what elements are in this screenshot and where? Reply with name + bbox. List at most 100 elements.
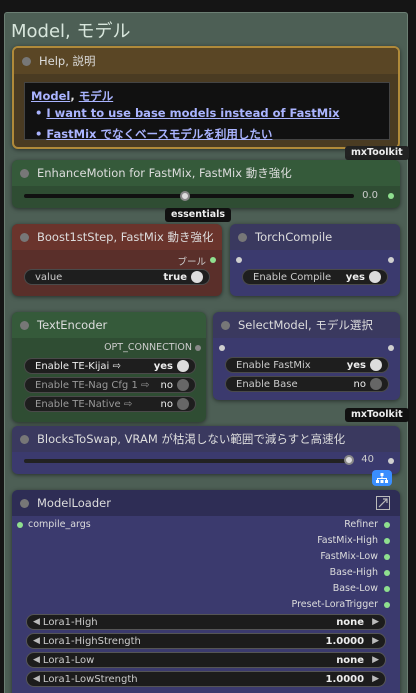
output-fastmix-low-label: FastMix-Low <box>320 551 378 562</box>
torch-compile-output-slot[interactable] <box>388 257 394 263</box>
compile-args-input-slot[interactable] <box>17 522 23 528</box>
mxtoolkit-badge-select: mxToolkit <box>345 408 409 422</box>
enhance-motion-value: 0.0 <box>362 190 378 201</box>
output-fastmix-high-label: FastMix-High <box>317 535 378 546</box>
toggle-knob-icon <box>370 378 382 390</box>
boost-first-step-node[interactable]: Boost1stStep, FastMix 動き強化 ブール value tru… <box>12 224 222 296</box>
lora1-high-combo[interactable]: ◀ Lora1-High none ▶ <box>26 614 386 630</box>
arrow-left-icon[interactable]: ◀ <box>33 636 40 646</box>
blocks-to-swap-value: 40 <box>361 454 374 465</box>
arrow-left-icon[interactable]: ◀ <box>33 617 40 627</box>
boost-first-step-header[interactable]: Boost1stStep, FastMix 動き強化 <box>12 224 222 250</box>
boost-output-label: ブール <box>177 257 206 268</box>
output-base-high-label: Base-High <box>329 567 378 578</box>
toggle-knob-icon <box>369 271 381 283</box>
select-model-header[interactable]: SelectModel, モデル選択 <box>213 312 400 338</box>
hierarchy-icon <box>376 473 388 483</box>
help-heading: Model, モデル <box>31 89 114 103</box>
collapse-dot-icon[interactable] <box>20 498 29 508</box>
arrow-right-icon[interactable]: ▶ <box>372 636 379 646</box>
toggle-knob-icon <box>191 271 203 283</box>
boost-output-slot[interactable] <box>210 257 216 263</box>
collapse-dot-icon[interactable] <box>20 320 29 330</box>
blocks-to-swap-title: BlocksToSwap, VRAM が枯渇しない範囲で減らすと高速化 <box>37 432 346 446</box>
help-heading-model-jp-link[interactable]: モデル <box>79 89 114 103</box>
model-loader-title: ModelLoader <box>37 496 111 510</box>
enable-base-toggle[interactable]: Enable Base no <box>225 376 389 392</box>
output-base-low-label: Base-Low <box>332 583 378 594</box>
text-encoder-output-slot[interactable] <box>195 345 201 351</box>
output-base-high-slot[interactable] <box>384 570 390 576</box>
collapse-dot-icon[interactable] <box>20 232 29 242</box>
blocks-to-swap-slider-knob[interactable] <box>344 455 354 465</box>
enhance-motion-header[interactable]: EnhanceMotion for FastMix, FastMix 動き強化 <box>12 160 400 186</box>
help-node[interactable]: Help, 説明 Model, モデル • I want to use base… <box>12 46 400 149</box>
text-encoder-title: TextEncoder <box>37 318 108 332</box>
model-loader-header[interactable]: ModelLoader <box>12 490 400 516</box>
lora1-low-strength-combo[interactable]: ◀ Lora1-LowStrength 1.0000 ▶ <box>26 671 386 687</box>
torch-compile-node[interactable]: TorchCompile Enable Compile yes <box>230 224 400 296</box>
select-model-title: SelectModel, モデル選択 <box>238 318 373 332</box>
help-content: Model, モデル • I want to use base models i… <box>24 82 390 141</box>
collapse-dot-icon[interactable] <box>20 434 29 444</box>
boost-value-toggle[interactable]: value true <box>24 269 210 285</box>
toggle-knob-icon <box>370 359 382 371</box>
toggle-knob-icon <box>177 360 189 372</box>
blocks-to-swap-node[interactable]: BlocksToSwap, VRAM が枯渇しない範囲で減らすと高速化 40 <box>12 426 400 474</box>
arrow-right-icon[interactable]: ▶ <box>372 617 379 627</box>
help-title: Help, 説明 <box>39 54 96 68</box>
compile-args-label: compile_args <box>28 519 91 530</box>
blocks-to-swap-header[interactable]: BlocksToSwap, VRAM が枯渇しない範囲で減らすと高速化 <box>12 426 400 452</box>
enable-te-kijai-toggle[interactable]: Enable TE-Kijai ⇨ yes <box>24 358 196 374</box>
expand-icon[interactable] <box>376 496 390 510</box>
arrow-right-icon[interactable]: ▶ <box>372 655 379 665</box>
text-encoder-node[interactable]: TextEncoder OPT_CONNECTION Enable TE-Kij… <box>12 312 206 422</box>
output-base-low-slot[interactable] <box>384 586 390 592</box>
enhance-motion-slider-knob[interactable] <box>180 191 190 201</box>
link-icon-button[interactable] <box>372 470 392 486</box>
enable-compile-toggle[interactable]: Enable Compile yes <box>242 269 388 285</box>
help-node-header[interactable]: Help, 説明 <box>14 48 398 74</box>
output-refiner-label: Refiner <box>344 519 378 530</box>
torch-compile-input-slot[interactable] <box>236 257 242 263</box>
text-encoder-output-label: OPT_CONNECTION <box>104 342 192 353</box>
essentials-badge: essentials <box>165 208 232 222</box>
toggle-knob-icon <box>177 398 189 410</box>
help-item-2: • FastMix でなくベースモデルを利用したい <box>35 127 273 141</box>
mxtoolkit-badge: mxToolkit <box>345 146 409 160</box>
enable-fastmix-toggle[interactable]: Enable FastMix yes <box>225 357 389 373</box>
blocks-to-swap-output-slot[interactable] <box>388 458 394 464</box>
blocks-to-swap-slider-track[interactable] <box>24 459 352 463</box>
enhance-motion-title: EnhanceMotion for FastMix, FastMix 動き強化 <box>37 166 292 180</box>
output-preset-loratrigger-label: Preset-LoraTrigger <box>291 599 378 610</box>
help-item-1: • I want to use base models instead of F… <box>35 106 340 120</box>
text-encoder-header[interactable]: TextEncoder <box>12 312 206 338</box>
select-model-node[interactable]: SelectModel, モデル選択 Enable FastMix yes En… <box>213 312 400 400</box>
enable-te-native-toggle[interactable]: Enable TE-Native ⇨ no <box>24 396 196 412</box>
enable-te-nag-toggle[interactable]: Enable TE-Nag Cfg 1 ⇨ no <box>24 377 196 393</box>
help-heading-model-link[interactable]: Model <box>31 89 70 103</box>
output-preset-loratrigger-slot[interactable] <box>384 602 390 608</box>
select-model-input-slot[interactable] <box>219 345 225 351</box>
lora1-low-combo[interactable]: ◀ Lora1-Low none ▶ <box>26 652 386 668</box>
output-refiner-slot[interactable] <box>384 522 390 528</box>
group-title: Model, モデル <box>11 21 131 42</box>
arrow-left-icon[interactable]: ◀ <box>33 674 40 684</box>
enhance-motion-node[interactable]: EnhanceMotion for FastMix, FastMix 動き強化 … <box>12 160 400 208</box>
boost-first-step-title: Boost1stStep, FastMix 動き強化 <box>37 230 214 244</box>
arrow-right-icon[interactable]: ▶ <box>372 674 379 684</box>
collapse-dot-icon[interactable] <box>238 232 247 242</box>
lora1-high-strength-combo[interactable]: ◀ Lora1-HighStrength 1.0000 ▶ <box>26 633 386 649</box>
torch-compile-header[interactable]: TorchCompile <box>230 224 400 250</box>
output-fastmix-low-slot[interactable] <box>384 554 390 560</box>
help-item-2-link[interactable]: FastMix でなくベースモデルを利用したい <box>46 127 272 141</box>
help-item-1-link[interactable]: I want to use base models instead of Fas… <box>46 106 339 120</box>
collapse-dot-icon[interactable] <box>22 56 31 66</box>
arrow-left-icon[interactable]: ◀ <box>33 655 40 665</box>
collapse-dot-icon[interactable] <box>20 168 29 178</box>
collapse-dot-icon[interactable] <box>221 320 230 330</box>
enhance-motion-output-slot[interactable] <box>388 193 394 199</box>
toggle-knob-icon <box>177 379 189 391</box>
output-fastmix-high-slot[interactable] <box>384 538 390 544</box>
select-model-output-slot[interactable] <box>388 345 394 351</box>
